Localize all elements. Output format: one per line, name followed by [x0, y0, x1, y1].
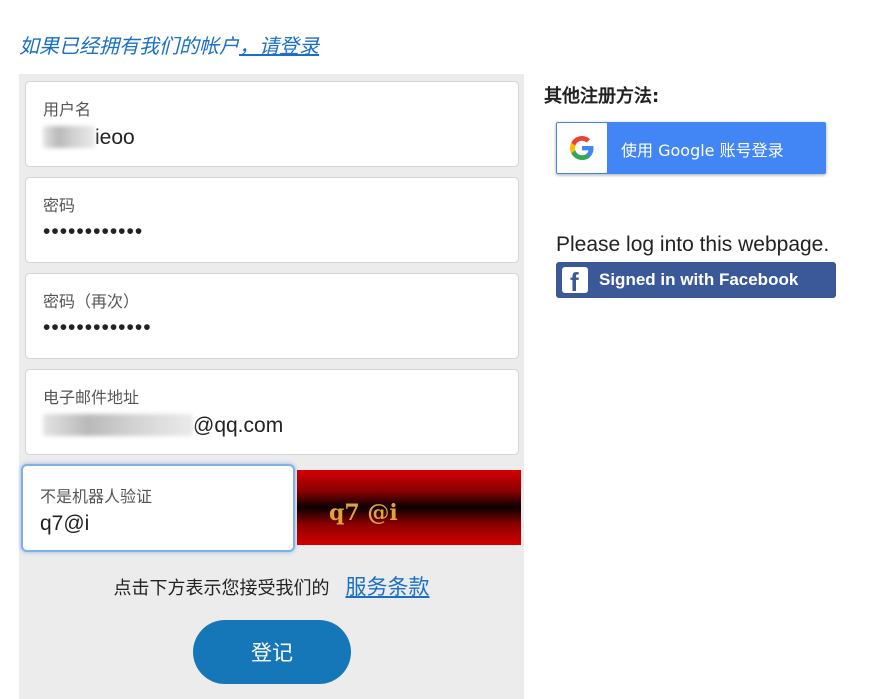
password-field[interactable]: 密码 ••••••••••••: [25, 177, 519, 263]
password-confirm-label: 密码（再次）: [43, 292, 140, 311]
facebook-button-label: Signed in with Facebook: [599, 270, 799, 289]
login-prompt: 如果已经拥有我们的帐户，请登录: [19, 30, 319, 59]
login-link[interactable]: ，请登录: [239, 34, 319, 58]
email-value: @qq.com: [193, 414, 284, 437]
username-value: ieoo: [95, 126, 135, 149]
password-confirm-field[interactable]: 密码（再次） •••••••••••••: [25, 273, 519, 359]
facebook-login-button[interactable]: f Signed in with Facebook: [556, 262, 836, 298]
registration-page: 如果已经拥有我们的帐户，请登录 用户名 ieoo 密码 ••••••••••••…: [0, 0, 895, 699]
email-field[interactable]: 电子邮件地址 @qq.com: [25, 369, 519, 455]
username-label: 用户名: [43, 100, 92, 119]
captcha-image[interactable]: q7 @i: [297, 470, 521, 545]
register-button[interactable]: 登记: [193, 620, 351, 684]
registration-form: 用户名 ieoo 密码 •••••••••••• 密码（再次） ••••••••…: [19, 74, 524, 699]
terms-text: 点击下方表示您接受我们的: [113, 578, 330, 599]
captcha-field[interactable]: 不是机器人验证 q7@i: [21, 464, 295, 552]
facebook-prompt: Please log into this webpage.: [556, 233, 830, 256]
username-field[interactable]: 用户名 ieoo: [25, 81, 519, 167]
password-input[interactable]: ••••••••••••: [43, 220, 143, 244]
google-button-label: 使用 Google 账号登录: [621, 141, 784, 160]
password-confirm-input[interactable]: •••••••••••••: [43, 316, 152, 340]
google-g-icon: [557, 123, 607, 173]
password-label: 密码: [43, 196, 76, 215]
captcha-image-text: q7 @i: [329, 500, 398, 526]
blurred-region: [43, 414, 193, 436]
facebook-f-icon: f: [562, 267, 588, 297]
terms-link[interactable]: 服务条款: [346, 575, 430, 599]
email-label: 电子邮件地址: [43, 388, 140, 407]
captcha-input[interactable]: q7@i: [40, 512, 89, 536]
other-methods-title: 其他注册方法:: [544, 86, 660, 107]
terms-row: 点击下方表示您接受我们的 服务条款: [19, 571, 524, 601]
username-input[interactable]: ieoo: [43, 126, 135, 150]
blurred-region: [43, 126, 95, 148]
google-login-button[interactable]: 使用 Google 账号登录: [556, 122, 826, 174]
captcha-label: 不是机器人验证: [40, 487, 153, 506]
login-prompt-text: 如果已经拥有我们的帐户: [19, 34, 239, 58]
email-input[interactable]: @qq.com: [43, 414, 283, 438]
